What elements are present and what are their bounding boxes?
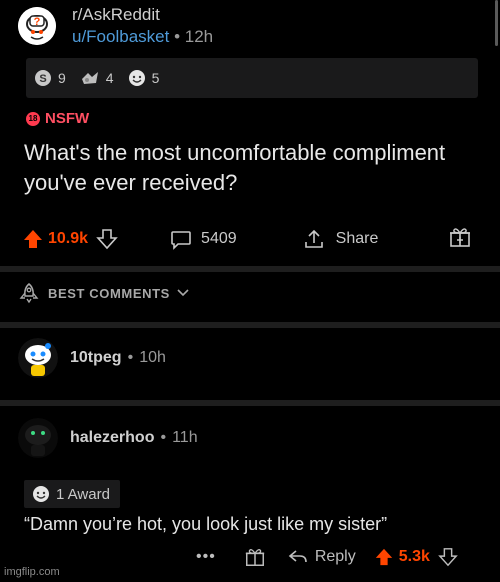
- watermark: imgflip.com: [4, 566, 60, 578]
- gift-icon[interactable]: [244, 546, 266, 568]
- reply-button[interactable]: Reply: [288, 548, 356, 566]
- downvote-icon[interactable]: [96, 228, 118, 250]
- svg-text:S: S: [39, 73, 46, 85]
- rocket-icon: [19, 283, 39, 304]
- wholesome-award-icon: [128, 70, 145, 86]
- comment-award-pill[interactable]: 1 Award: [24, 480, 120, 508]
- gift-icon: [450, 227, 471, 247]
- avatar[interactable]: [18, 418, 58, 458]
- post-actions-bar: 10.9k 5409 Share: [22, 222, 484, 256]
- downvote-icon[interactable]: [438, 547, 458, 567]
- silver-award-icon: S: [35, 70, 51, 86]
- nsfw-label: NSFW: [45, 110, 90, 127]
- more-options-icon[interactable]: •••: [196, 548, 216, 566]
- nsfw-18-icon: 18: [26, 111, 40, 126]
- comment-header: 10tpeg • 10h: [18, 338, 166, 378]
- award-gift-button[interactable]: [448, 225, 472, 254]
- askreddit-logo-icon: ?: [18, 7, 56, 45]
- separator-dot: •: [127, 349, 134, 366]
- separator-dot: •: [174, 27, 181, 46]
- nsfw-tag: 18 NSFW: [26, 110, 89, 127]
- separator-dot: •: [160, 429, 167, 446]
- comment-text: “Damn you’re hot, you look just like my …: [24, 514, 388, 534]
- comment-score: 5.3k: [398, 548, 430, 565]
- comment-header: halezerhoo • 11h: [18, 418, 198, 458]
- upvote-icon[interactable]: [22, 228, 44, 250]
- post-header: ? r/AskReddit u/Foolbasket • 12h: [18, 4, 213, 48]
- upvote-icon[interactable]: [374, 547, 394, 567]
- comment-age: 10h: [139, 349, 166, 366]
- comment-count: 5409: [201, 230, 237, 247]
- post-author[interactable]: u/Foolbasket: [72, 27, 169, 46]
- reply-arrow-icon: [288, 550, 307, 563]
- subreddit-name[interactable]: r/AskReddit: [72, 4, 213, 26]
- share-icon: [304, 229, 323, 248]
- comment-sort[interactable]: BEST COMMENTS: [18, 282, 190, 304]
- award-count: 5: [151, 70, 160, 86]
- snoo-avatar-icon: [18, 338, 58, 378]
- sort-label: BEST COMMENTS: [48, 285, 170, 301]
- post-title[interactable]: What's the most uncomfortable compliment…: [24, 138, 464, 198]
- award-helpful: 4: [80, 69, 114, 87]
- svg-text:?: ?: [34, 16, 41, 28]
- avatar[interactable]: [18, 338, 58, 378]
- dark-snoo-avatar-icon: [18, 418, 58, 458]
- award-count: 4: [105, 70, 114, 86]
- comment-bubble-icon: [171, 231, 191, 250]
- share-label: Share: [335, 230, 379, 247]
- comment-author[interactable]: halezerhoo: [70, 429, 154, 447]
- comment-age: 11h: [172, 429, 198, 446]
- section-divider: [0, 266, 500, 272]
- comments-button[interactable]: 5409: [170, 228, 237, 250]
- post-score: 10.9k: [48, 230, 89, 247]
- award-count-label: 1 Award: [56, 485, 110, 503]
- helpful-award-icon: [81, 72, 98, 84]
- comment-actions-bar: ••• Reply 5.3k: [196, 544, 458, 570]
- scrollbar[interactable]: [495, 0, 498, 46]
- award-count: 9: [58, 70, 66, 86]
- award-silver: S 9: [34, 69, 66, 87]
- section-divider: [0, 322, 500, 328]
- comment-author[interactable]: 10tpeg: [70, 349, 122, 367]
- award-wholesome: 5: [128, 69, 160, 87]
- chevron-down-icon: [177, 289, 189, 297]
- subreddit-avatar[interactable]: ?: [18, 7, 56, 45]
- wholesome-award-icon: [33, 486, 49, 502]
- post-age: 12h: [184, 27, 214, 46]
- reply-label: Reply: [314, 548, 356, 565]
- comment-divider: [0, 400, 500, 406]
- share-button[interactable]: Share: [303, 228, 379, 250]
- post-awards-bar[interactable]: S 9 4 5: [26, 58, 478, 98]
